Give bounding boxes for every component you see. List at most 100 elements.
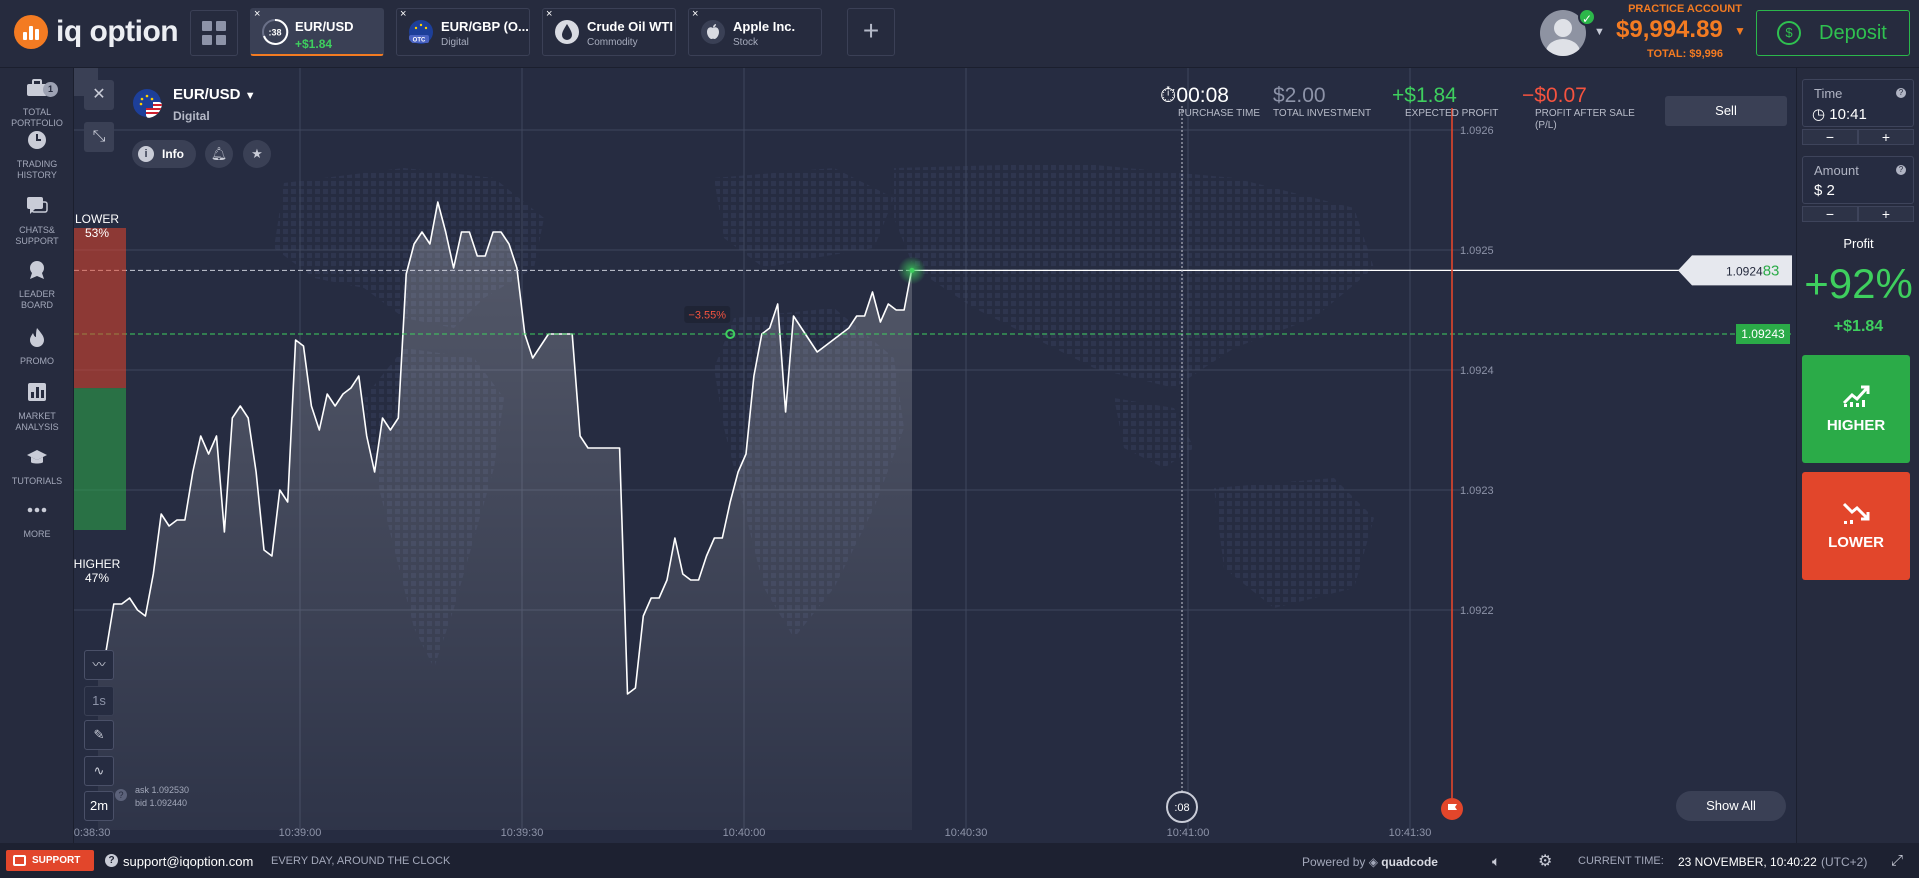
chart-type-icon[interactable]: 〰 <box>84 650 114 680</box>
sidebar-item-label: ANALYSIS <box>15 422 59 432</box>
time-value: ◷ 10:41 <box>1812 106 1867 123</box>
expected-profit-label: EXPECTED PROFIT <box>1405 108 1499 119</box>
x-tick-label: 10:41:00 <box>1167 827 1210 839</box>
account-balance[interactable]: $9,994.89 <box>1616 16 1723 44</box>
purchase-time-label: PURCHASE TIME <box>1178 108 1261 119</box>
amount-value[interactable]: $ 2 <box>1814 182 1835 199</box>
sidebar-item-chats-support[interactable]: CHATS& SUPPORT <box>0 196 74 247</box>
sentiment-lower-fill <box>74 228 126 389</box>
amount-plus-button[interactable]: + <box>1858 206 1914 222</box>
expected-profit-value: +$1.84 <box>1392 84 1457 107</box>
close-tab-icon[interactable]: × <box>400 8 406 20</box>
higher-button[interactable]: HIGHER <box>1802 355 1910 463</box>
y-tick-label: 1.0924 <box>1460 365 1494 377</box>
show-all-button[interactable]: Show All <box>1676 791 1786 821</box>
apple-icon <box>701 20 725 44</box>
sidebar-item-total-portfolio[interactable]: 1 TOTAL PORTFOLIO <box>0 78 74 129</box>
trend-down-icon <box>1842 502 1870 524</box>
tab-name: EUR/USD <box>295 19 354 34</box>
fullscreen-icon[interactable]: ⤢ <box>1891 852 1903 869</box>
entry-price-label: 1.09243 <box>1741 327 1785 341</box>
total-investment-label: TOTAL INVESTMENT <box>1273 108 1372 119</box>
sound-icon[interactable]: 🔈︎ <box>1492 853 1500 870</box>
profit-percent: +92% <box>1804 260 1913 307</box>
current-price-label: 1.092483 <box>1726 262 1779 279</box>
chart-canvas[interactable]: 1.09261.09251.09241.09231.092210:38:3010… <box>74 68 1796 843</box>
tab-eur-gbp[interactable]: × OTC EUR/GBP (O... Digital <box>396 8 530 56</box>
deal-change-label: −3.55% <box>688 310 726 322</box>
tab-timer: :38 <box>268 28 281 38</box>
sidebar-item-label: CHATS& <box>19 225 55 235</box>
timeframe-button[interactable]: 1s <box>84 686 114 716</box>
deposit-label: Deposit <box>1819 21 1887 44</box>
higher-label: HIGHER <box>1826 417 1886 434</box>
help-icon[interactable]: ? <box>1896 88 1906 98</box>
help-icon[interactable]: ? <box>115 789 127 801</box>
close-tab-icon[interactable]: × <box>254 8 260 20</box>
bell-icon[interactable]: 🔔︎ <box>205 140 233 168</box>
help-icon[interactable]: ? <box>1896 165 1906 175</box>
profit-after-sale-value: −$0.07 <box>1522 84 1587 107</box>
x-tick-label: 10:40:30 <box>945 827 988 839</box>
add-tab-button[interactable]: + <box>847 8 895 56</box>
amount-stepper[interactable]: − + <box>1802 206 1914 222</box>
sidebar-item-label: MARKET <box>18 411 56 421</box>
price-chart[interactable]: 1.09261.09251.09241.09231.092210:38:3010… <box>74 68 1796 843</box>
sidebar-item-market-analysis[interactable]: MARKET ANALYSIS <box>0 382 74 433</box>
sidebar-item-leader-board[interactable]: LEADER BOARD <box>0 260 74 311</box>
tab-name: EUR/GBP (O... <box>441 19 529 34</box>
expected-profit-stat: +$1.84 EXPECTED PROFIT <box>1392 84 1498 120</box>
gear-icon[interactable]: ⚙ <box>1538 851 1552 871</box>
amount-field[interactable]: Amount ? $ 2 <box>1802 156 1914 204</box>
eur-usd-flag-icon <box>133 89 162 118</box>
asset-selector[interactable]: EUR/USD ▼ <box>173 86 256 103</box>
sell-button[interactable]: Sell <box>1665 96 1787 126</box>
star-icon[interactable]: ★ <box>243 140 271 168</box>
support-email-link[interactable]: support@iqoption.com <box>123 854 253 869</box>
close-tab-icon[interactable]: × <box>546 8 552 20</box>
time-plus-button[interactable]: + <box>1858 129 1914 145</box>
sidebar-item-tutorials[interactable]: TUTORIALS <box>0 447 74 487</box>
y-tick-label: 1.0923 <box>1460 485 1494 497</box>
time-stepper[interactable]: − + <box>1802 129 1914 145</box>
sidebar-item-trading-history[interactable]: TRADING HISTORY <box>0 130 74 181</box>
amount-minus-button[interactable]: − <box>1802 206 1858 222</box>
current-time: 23 NOVEMBER, 10:40:22 <box>1678 855 1817 869</box>
expiration-time-field[interactable]: Time ? ◷ 10:41 <box>1802 79 1914 127</box>
pencil-icon[interactable]: ✎ <box>84 720 114 750</box>
higher-sentiment: HIGHER 47% <box>64 557 130 585</box>
x-tick-label: 10:41:30 <box>1389 827 1432 839</box>
tab-crude-oil[interactable]: × Crude Oil WTI Commodity <box>542 8 676 56</box>
tab-name: Apple Inc. <box>733 19 796 34</box>
ask-bid-info: ? ask 1.092530 bid 1.092440 <box>115 784 189 810</box>
logo-text: iq option <box>56 15 179 48</box>
close-chart-button[interactable]: ✕ <box>84 80 114 110</box>
time-minus-button[interactable]: − <box>1802 129 1858 145</box>
tab-type: Stock <box>733 37 759 48</box>
chat-icon <box>13 855 26 866</box>
iq-option-logo[interactable]: iq option <box>14 14 179 50</box>
period-button[interactable]: 2m <box>84 791 114 821</box>
tab-apple[interactable]: × Apple Inc. Stock <box>688 8 822 56</box>
sidebar-item-promo[interactable]: PROMO <box>0 327 74 367</box>
deposit-button[interactable]: $ Deposit <box>1756 10 1910 56</box>
tab-eur-usd[interactable]: × :38 EUR/USD +$1.84 <box>250 8 384 56</box>
lower-button[interactable]: LOWER <box>1802 472 1910 580</box>
chevron-down-icon[interactable]: ▼ <box>1734 24 1746 38</box>
sidebar-item-label: LEADER <box>18 289 55 299</box>
assets-grid-button[interactable] <box>190 10 238 56</box>
current-time-label: CURRENT TIME: <box>1578 855 1664 867</box>
info-button[interactable]: i Info <box>132 140 196 168</box>
purchase-time-stat: ⏱00:08 PURCHASE TIME <box>1160 84 1260 120</box>
sentiment-higher-fill <box>74 388 126 530</box>
tab-type: Commodity <box>587 37 638 48</box>
chevron-down-icon[interactable]: ▼ <box>1594 26 1605 38</box>
collapse-icon[interactable]: ⤡ <box>84 122 114 152</box>
support-button[interactable]: SUPPORT <box>6 850 94 871</box>
sidebar-item-label: PORTFOLIO <box>11 118 63 128</box>
sidebar-item-more[interactable]: MORE <box>0 500 74 540</box>
close-tab-icon[interactable]: × <box>692 8 698 20</box>
indicators-icon[interactable]: ∿ <box>84 756 114 786</box>
sidebar-item-label: PROMO <box>19 356 54 366</box>
footer: SUPPORT ? support@iqoption.com EVERY DAY… <box>0 843 1919 878</box>
